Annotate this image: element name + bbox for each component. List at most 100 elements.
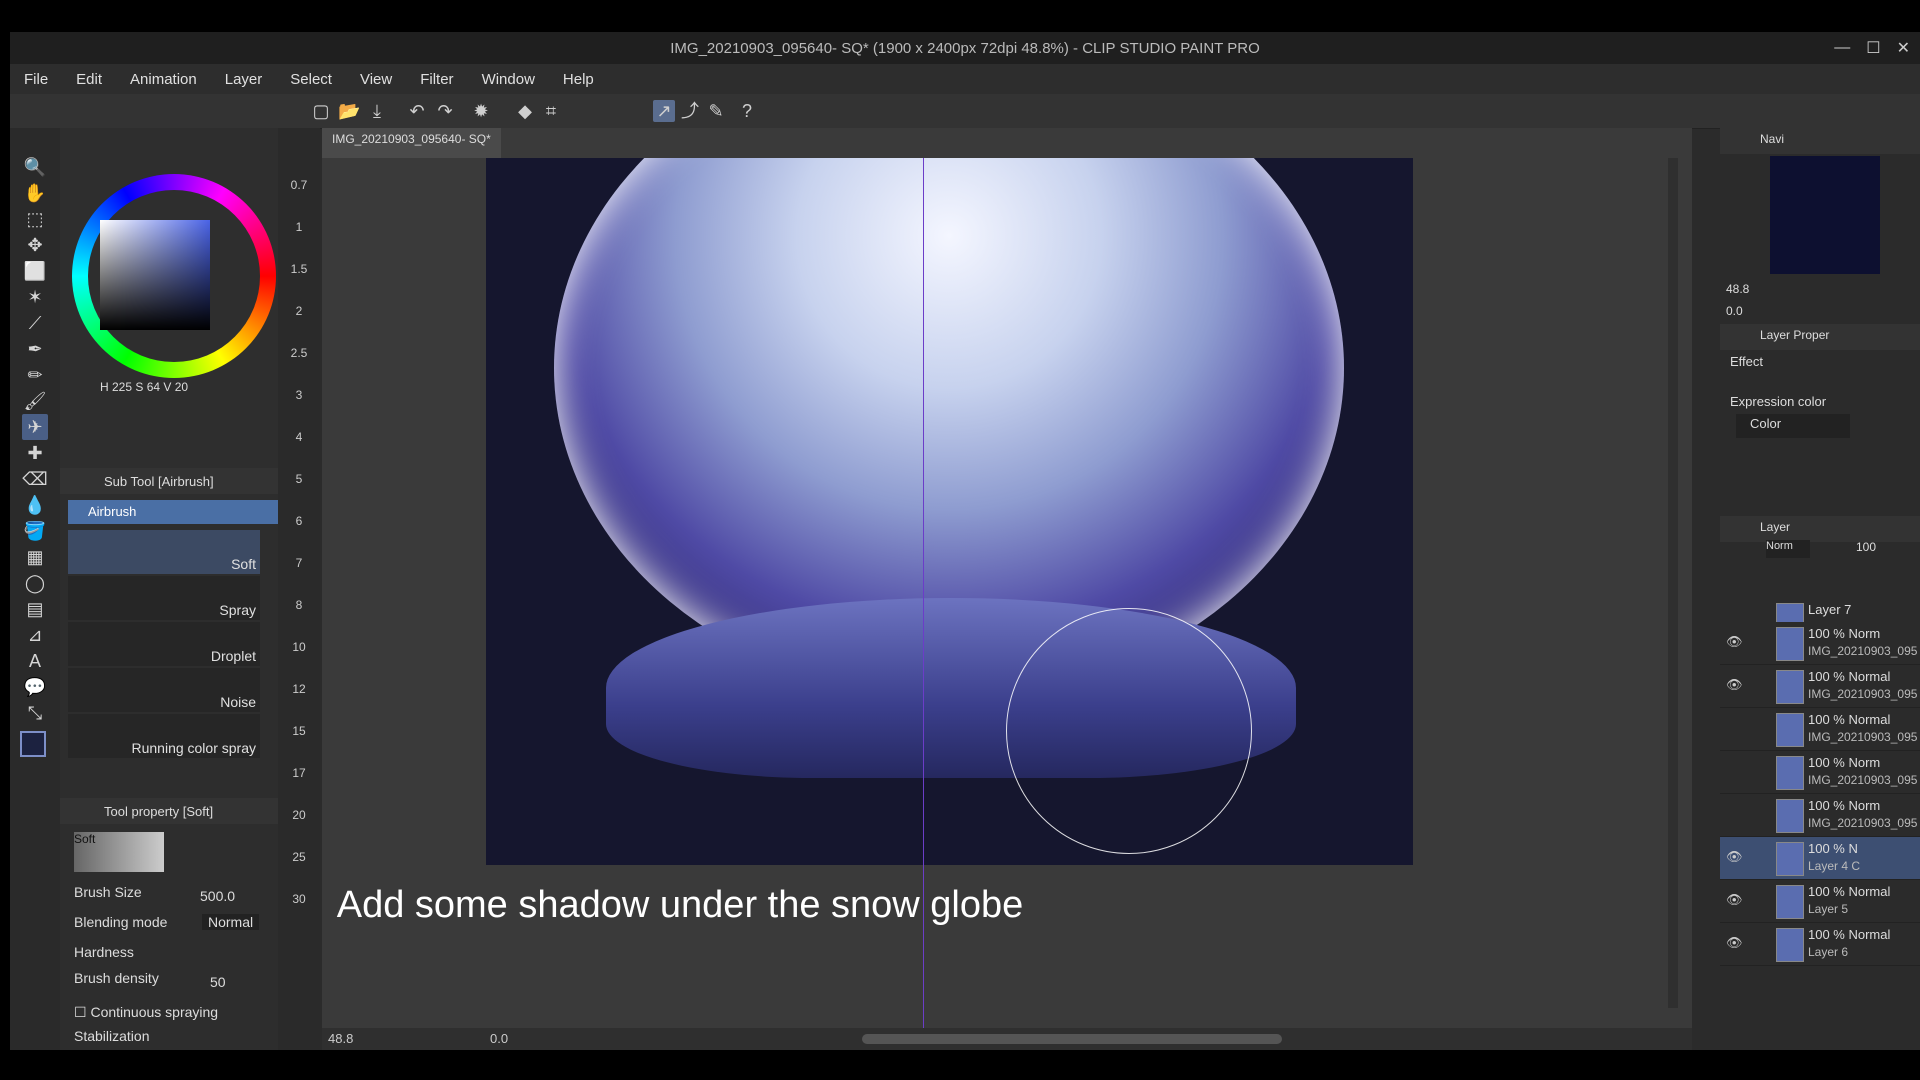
airbrush-tool-icon[interactable]: ✈	[22, 414, 48, 440]
size-5[interactable]: 5	[282, 472, 316, 486]
document-tab[interactable]: IMG_20210903_095640- SQ*	[322, 128, 501, 158]
brush-soft[interactable]: Soft	[68, 530, 260, 574]
close-button[interactable]: ✕	[1897, 38, 1910, 58]
layer-row[interactable]: 100 % Normal IMG_20210903_095	[1720, 708, 1920, 751]
eye-icon[interactable]: 👁	[1726, 935, 1743, 950]
canvas-horizontal-scrollbar[interactable]	[862, 1034, 1282, 1044]
layer-row[interactable]: 👁 100 % Norm IMG_20210903_095	[1720, 622, 1920, 665]
size-25[interactable]: 25	[282, 850, 316, 864]
move-tool-icon[interactable]: ✥	[22, 232, 48, 258]
size-20[interactable]: 20	[282, 808, 316, 822]
menu-window[interactable]: Window	[468, 71, 549, 88]
brush-density-value[interactable]: 50	[210, 974, 226, 990]
gradient-tool-icon[interactable]: ▦	[22, 544, 48, 570]
eye-icon[interactable]: 👁	[1726, 892, 1743, 907]
blend-tool-icon[interactable]: 💧	[22, 492, 48, 518]
main-color-swatch[interactable]	[20, 731, 46, 757]
layer-row[interactable]: 👁 100 % Normal Layer 5	[1720, 880, 1920, 923]
continuous-spraying-checkbox[interactable]: ☐ Continuous spraying	[74, 1004, 218, 1021]
layer-row[interactable]: 👁 100 % Normal Layer 6	[1720, 923, 1920, 966]
navigator-rotate[interactable]: 0.0	[1726, 304, 1743, 318]
correct-line-tool-icon[interactable]: ⤡	[22, 700, 48, 726]
size-12[interactable]: 12	[282, 682, 316, 696]
navigator-thumbnail[interactable]	[1770, 156, 1880, 274]
pen-icon[interactable]: ✎	[705, 100, 727, 122]
eyedropper-icon[interactable]: ⟋	[22, 310, 48, 336]
frame-tool-icon[interactable]: ▤	[22, 596, 48, 622]
minimize-button[interactable]: —	[1834, 39, 1850, 57]
layer-tab[interactable]: Layer	[1720, 516, 1920, 542]
artwork-canvas[interactable]	[486, 158, 1413, 865]
rotate-value[interactable]: 0.0	[490, 1031, 508, 1046]
layer-row[interactable]: 👁 100 % Normal IMG_20210903_095	[1720, 665, 1920, 708]
figure-tool-icon[interactable]: ◯	[22, 570, 48, 596]
canvas-vertical-scrollbar[interactable]	[1668, 158, 1678, 1008]
size-1-5[interactable]: 1.5	[282, 262, 316, 276]
menu-select[interactable]: Select	[276, 71, 346, 88]
fill-icon[interactable]: ◆	[514, 100, 536, 122]
layer-row[interactable]: 100 % Norm IMG_20210903_095	[1720, 794, 1920, 837]
help-icon[interactable]: ?	[736, 100, 758, 122]
text-tool-icon[interactable]: A	[22, 648, 48, 674]
ruler-tool-icon[interactable]: ⊿	[22, 622, 48, 648]
undo-icon[interactable]: ↶	[406, 100, 428, 122]
size-17[interactable]: 17	[282, 766, 316, 780]
maximize-button[interactable]: ☐	[1866, 38, 1880, 58]
hand-tool-icon[interactable]: ✋	[22, 180, 48, 206]
eraser-tool-icon[interactable]: ⌫	[22, 466, 48, 492]
brush-droplet[interactable]: Droplet	[68, 622, 260, 666]
redo-icon[interactable]: ↷	[434, 100, 456, 122]
eye-icon[interactable]: 👁	[1726, 849, 1743, 864]
menu-animation[interactable]: Animation	[116, 71, 211, 88]
layer-opacity[interactable]: 100	[1856, 540, 1876, 554]
menu-file[interactable]: File	[10, 71, 62, 88]
layer-property-tab[interactable]: Layer Proper	[1720, 324, 1920, 350]
layer-row-selected[interactable]: 👁 100 % N Layer 4 C	[1720, 837, 1920, 880]
size-8[interactable]: 8	[282, 598, 316, 612]
navigator-zoom[interactable]: 48.8	[1726, 282, 1749, 296]
size-6[interactable]: 6	[282, 514, 316, 528]
fill-tool-icon[interactable]: 🪣	[22, 518, 48, 544]
brush-spray[interactable]: Spray	[68, 576, 260, 620]
brush-tool-icon[interactable]: 🖌	[22, 388, 48, 414]
transform-icon[interactable]: ⌗	[540, 100, 562, 122]
size-2-5[interactable]: 2.5	[282, 346, 316, 360]
eye-icon[interactable]: 👁	[1726, 634, 1743, 649]
pencil-tool-icon[interactable]: ✏	[22, 362, 48, 388]
layer-blend-select[interactable]: Norm	[1766, 540, 1810, 558]
subtool-group-airbrush[interactable]: Airbrush	[68, 500, 280, 524]
balloon-tool-icon[interactable]: 💬	[22, 674, 48, 700]
size-7[interactable]: 7	[282, 556, 316, 570]
operation-tool-icon[interactable]: ⬚	[22, 206, 48, 232]
eye-icon[interactable]: 👁	[1726, 677, 1743, 692]
zoom-tool-icon[interactable]: 🔍	[22, 154, 48, 180]
layer-row[interactable]: 100 % Norm IMG_20210903_095	[1720, 751, 1920, 794]
size-1[interactable]: 1	[282, 220, 316, 234]
snap-ruler-icon[interactable]: ↗	[653, 100, 675, 122]
decoration-tool-icon[interactable]: ✚	[22, 440, 48, 466]
menu-view[interactable]: View	[346, 71, 406, 88]
size-2[interactable]: 2	[282, 304, 316, 318]
magic-wand-icon[interactable]: ✶	[22, 284, 48, 310]
menu-edit[interactable]: Edit	[62, 71, 116, 88]
brush-noise[interactable]: Noise	[68, 668, 260, 712]
zoom-value[interactable]: 48.8	[328, 1031, 353, 1046]
navigator-tab[interactable]: Navi	[1720, 128, 1920, 154]
menu-filter[interactable]: Filter	[406, 71, 467, 88]
size-3[interactable]: 3	[282, 388, 316, 402]
snap-special-icon[interactable]: ⤴	[679, 100, 701, 122]
size-10[interactable]: 10	[282, 640, 316, 654]
new-file-icon[interactable]: ▢	[310, 100, 332, 122]
settings-icon[interactable]: ✹	[470, 100, 492, 122]
brush-running-color-spray[interactable]: Running color spray	[68, 714, 260, 758]
menu-help[interactable]: Help	[549, 71, 608, 88]
expression-color-select[interactable]: Color	[1736, 414, 1850, 438]
open-icon[interactable]: 📂	[338, 100, 360, 122]
save-icon[interactable]: ⤓	[366, 100, 388, 122]
selection-tool-icon[interactable]: ⬜	[22, 258, 48, 284]
saturation-value-square[interactable]	[100, 220, 210, 330]
pen-tool-icon[interactable]: ✒	[22, 336, 48, 362]
size-15[interactable]: 15	[282, 724, 316, 738]
size-0-7[interactable]: 0.7	[282, 178, 316, 192]
menu-layer[interactable]: Layer	[211, 71, 277, 88]
